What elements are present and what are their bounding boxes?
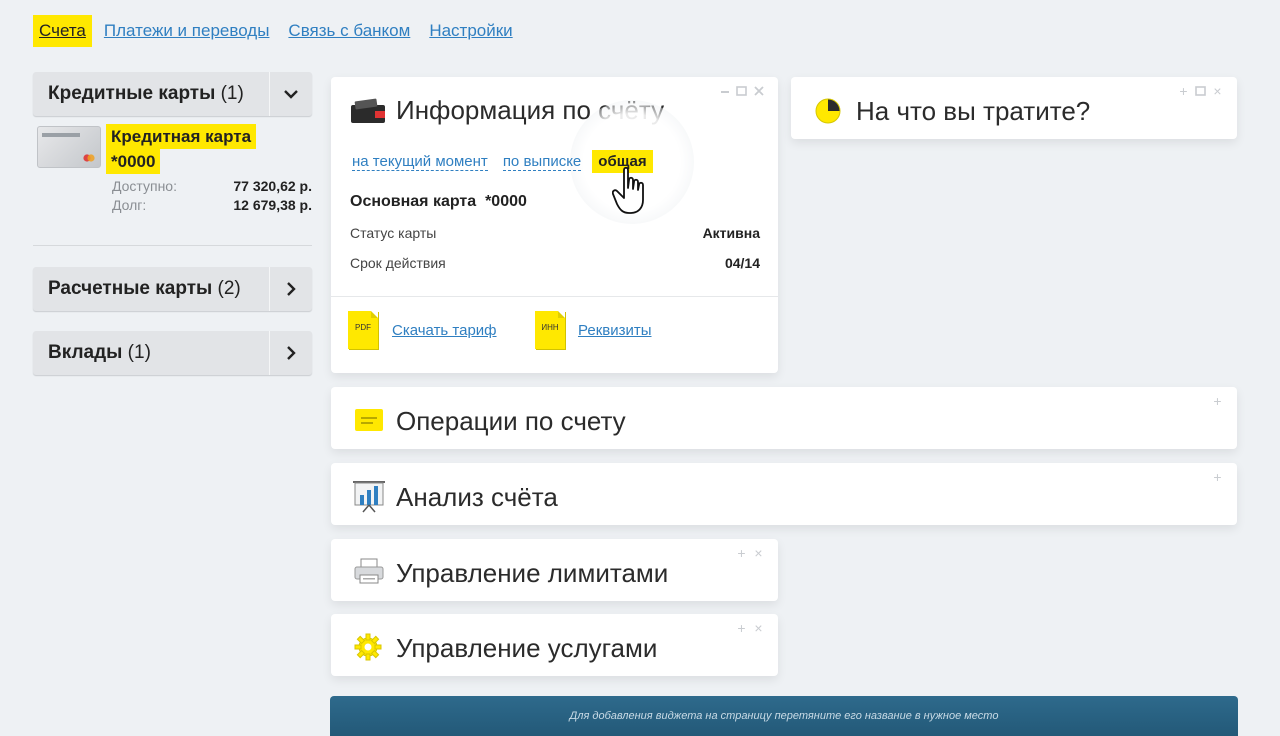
plus-icon[interactable]: + <box>1212 469 1223 485</box>
nav-bank-contact[interactable]: Связь с банком <box>288 21 410 41</box>
credit-cards-label: Кредитные карты (1) <box>48 83 244 104</box>
limits-title: Управление лимитами <box>396 558 669 588</box>
spending-widget: + × На что вы тратите? <box>791 77 1237 139</box>
deposits-header[interactable]: Вклады (1) <box>33 331 312 375</box>
card-expiry-row: Срок действия 04/14 <box>350 255 760 271</box>
deposits-label: Вклады (1) <box>48 342 151 363</box>
nav-payments[interactable]: Платежи и переводы <box>104 21 270 41</box>
wallet-icon <box>349 97 385 127</box>
close-icon[interactable] <box>753 85 764 96</box>
close-icon[interactable]: × <box>753 545 764 561</box>
chevron-down-icon[interactable] <box>269 72 312 116</box>
maximize-icon[interactable] <box>1195 85 1206 96</box>
hand-cursor-icon <box>611 166 650 221</box>
minimize-icon[interactable] <box>719 85 730 96</box>
operations-title: Операции по счету <box>396 406 626 436</box>
widget-controls <box>719 85 764 96</box>
widget-controls: + × <box>736 545 764 561</box>
widget-controls: + <box>1212 393 1223 409</box>
credit-card-image[interactable] <box>37 126 101 168</box>
widget-controls: + <box>1212 469 1223 485</box>
card-status-row: Статус карты Активна <box>350 225 760 241</box>
analysis-title: Анализ счёта <box>396 482 558 512</box>
inn-file-icon: ИНН <box>535 311 565 349</box>
plus-icon[interactable]: + <box>736 545 747 561</box>
services-title: Управление услугами <box>396 633 658 663</box>
bar-chart-icon <box>351 479 385 513</box>
settlement-cards-label: Расчетные карты (2) <box>48 278 241 299</box>
plus-icon[interactable]: + <box>1178 83 1189 99</box>
gear-icon <box>353 632 387 662</box>
spending-title: На что вы тратите? <box>856 96 1091 126</box>
widget-controls: + × <box>736 620 764 636</box>
requisites-link[interactable]: Реквизиты <box>578 322 652 339</box>
tab-current[interactable]: на текущий момент <box>352 153 488 171</box>
close-icon[interactable]: × <box>753 620 764 636</box>
analysis-widget[interactable]: + Анализ счёта <box>331 463 1237 525</box>
operations-widget[interactable]: + Операции по счету <box>331 387 1237 449</box>
limits-widget[interactable]: + × Управление лимитами <box>331 539 778 601</box>
tab-statement[interactable]: по выписке <box>502 153 582 171</box>
printer-icon <box>353 557 387 587</box>
close-icon[interactable]: × <box>1212 83 1223 99</box>
maximize-icon[interactable] <box>736 85 747 96</box>
info-divider <box>331 296 778 297</box>
settlement-cards-header[interactable]: Расчетные карты (2) <box>33 267 312 311</box>
available-balance-row: Доступно: 77 320,62 р. <box>112 178 312 194</box>
plus-icon[interactable]: + <box>736 620 747 636</box>
top-navigation: Счета Платежи и переводы Связь с банком … <box>33 14 532 48</box>
download-tariff-link[interactable]: Скачать тариф <box>392 322 497 339</box>
main-card-label: Основная карта *0000 <box>350 193 527 210</box>
pdf-file-icon: PDF <box>348 311 378 349</box>
nav-settings[interactable]: Настройки <box>429 21 512 41</box>
widget-controls: + × <box>1178 83 1223 99</box>
pie-chart-icon <box>813 94 847 124</box>
chevron-right-icon[interactable] <box>269 267 312 311</box>
plus-icon[interactable]: + <box>1212 393 1223 409</box>
nav-accounts[interactable]: Счета <box>33 15 92 47</box>
add-widget-hint-bar: Для добавления виджета на страницу перет… <box>330 696 1238 736</box>
credit-card-title[interactable]: Кредитная карта *0000 <box>106 124 314 174</box>
services-widget[interactable]: + × Управление услугами <box>331 614 778 676</box>
chevron-right-icon[interactable] <box>269 331 312 375</box>
sidebar-divider <box>33 245 312 246</box>
debt-row: Долг: 12 679,38 р. <box>112 197 312 213</box>
credit-cards-header[interactable]: Кредитные карты (1) <box>33 72 312 116</box>
folder-icon <box>353 405 387 435</box>
